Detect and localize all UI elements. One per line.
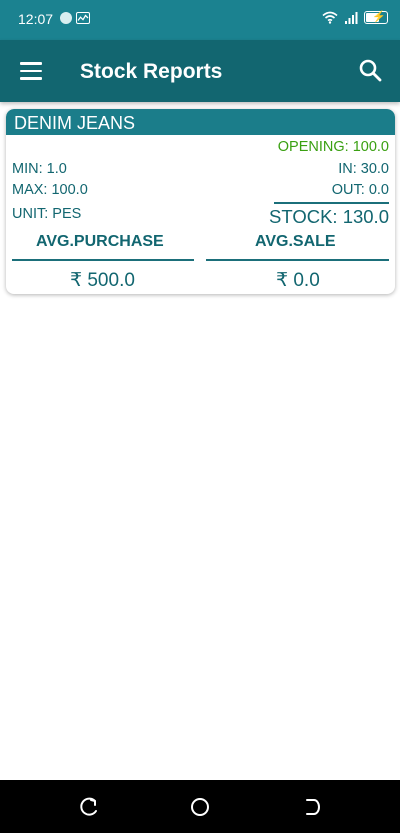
system-nav-bar (0, 780, 400, 833)
avg-purchase-value: ₹ 500.0 (70, 270, 135, 291)
stock-report-card[interactable]: DENIM JEANS OPENING: 100.0 MIN: 1.0 IN: … (6, 109, 395, 294)
signal-icon (345, 11, 358, 24)
avg-sale-value: ₹ 0.0 (276, 270, 320, 291)
avg-purchase-label: AVG.PURCHASE (36, 233, 164, 250)
status-notification-icons (60, 12, 90, 24)
stock-in: IN: 30.0 (338, 161, 389, 177)
search-icon[interactable] (358, 58, 384, 84)
wifi-icon (322, 11, 338, 24)
stock-total: STOCK: 130.0 (269, 206, 389, 227)
back-icon[interactable] (300, 796, 322, 818)
max-stock: MAX: 100.0 (12, 182, 88, 198)
status-system-icons: ⚡ (322, 11, 388, 24)
page-title: Stock Reports (80, 60, 223, 83)
battery-icon: ⚡ (364, 11, 388, 24)
stock-out: OUT: 0.0 (331, 182, 389, 198)
unit: UNIT: PES (12, 206, 82, 222)
status-bar: 12:07 ⚡ (0, 0, 400, 40)
activity-icon (76, 12, 90, 24)
avg-purchase-divider (12, 259, 194, 261)
opening-stock: OPENING: 100.0 (277, 139, 389, 155)
home-icon[interactable] (189, 796, 211, 818)
status-time: 12:07 (18, 11, 54, 27)
stock-total-divider (274, 202, 389, 204)
min-stock: MIN: 1.0 (12, 161, 67, 177)
avg-sale-label: AVG.SALE (255, 233, 336, 250)
notification-dot-icon (60, 12, 72, 24)
item-name: DENIM JEANS (6, 109, 395, 135)
hamburger-menu-icon[interactable] (20, 62, 42, 80)
recent-apps-icon[interactable] (78, 796, 100, 818)
app-bar: Stock Reports (0, 40, 400, 102)
avg-sale-divider (206, 259, 389, 261)
